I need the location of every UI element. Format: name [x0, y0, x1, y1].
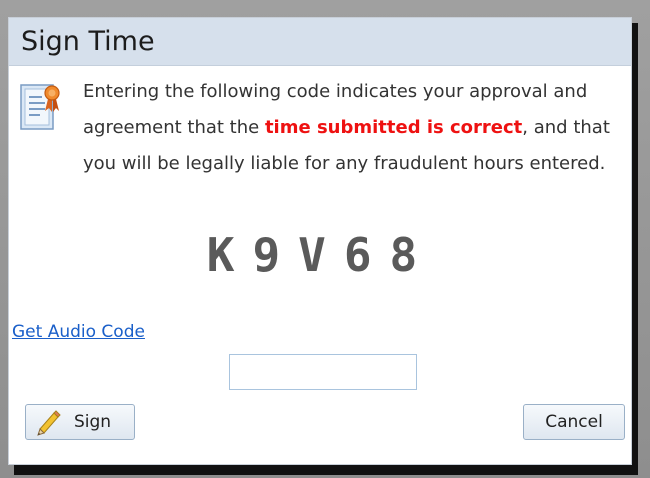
code-input[interactable]	[229, 354, 417, 390]
certificate-icon	[20, 84, 60, 130]
get-audio-code-link[interactable]: Get Audio Code	[12, 322, 145, 342]
pencil-icon	[37, 410, 61, 436]
dialog-titlebar: Sign Time	[9, 18, 631, 66]
sign-button-label: Sign	[74, 412, 112, 432]
sign-button[interactable]: Sign	[25, 404, 135, 440]
message-highlight: time submitted is correct	[264, 117, 523, 138]
cancel-button[interactable]: Cancel	[523, 404, 625, 440]
approval-message: Entering the following code indicates yo…	[83, 74, 623, 182]
cancel-button-label: Cancel	[545, 412, 603, 432]
sign-time-dialog: Sign Time Entering the following code in…	[8, 17, 632, 465]
captcha-code: K9V68	[206, 228, 436, 282]
dialog-title: Sign Time	[21, 26, 155, 57]
